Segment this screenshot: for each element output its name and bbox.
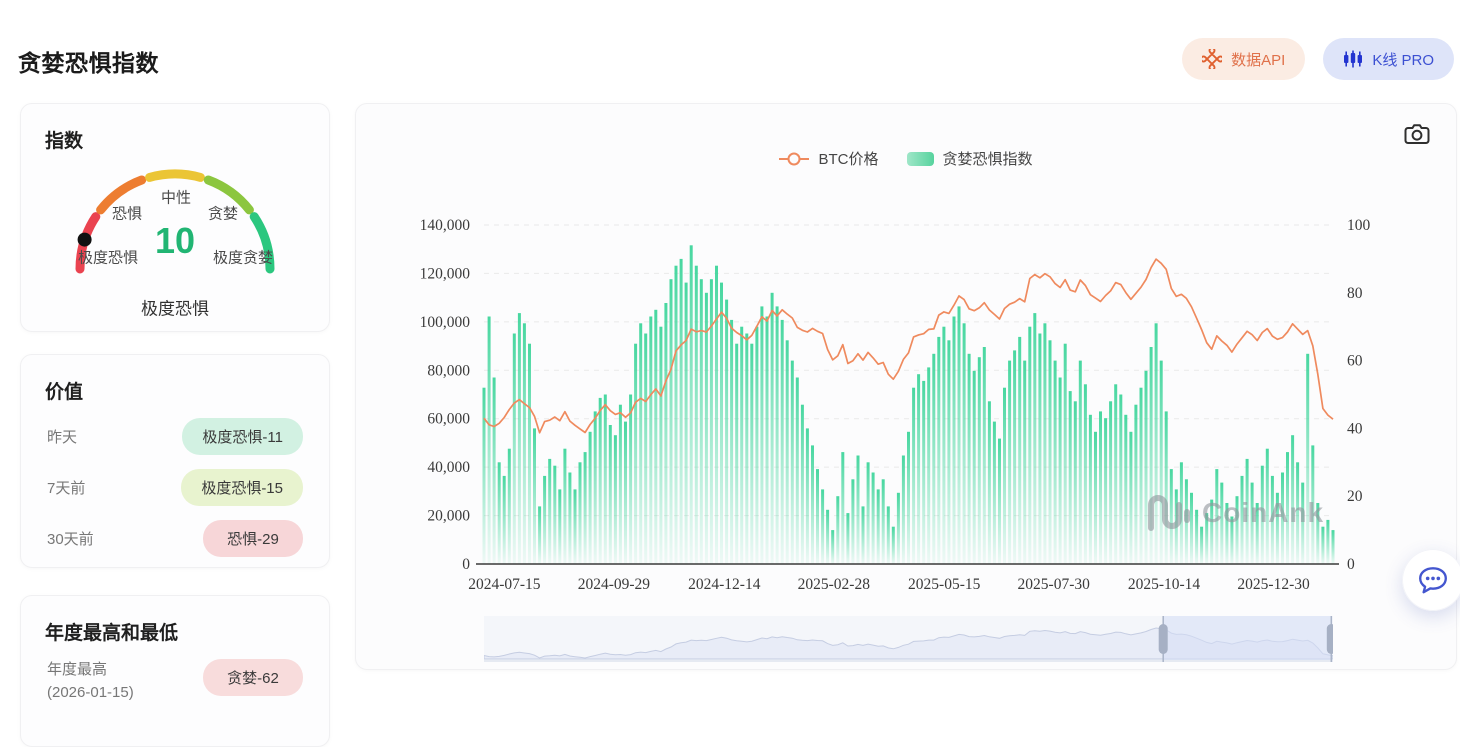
annual-row-high: 年度最高 (2026-01-15) 贪婪-62: [47, 659, 303, 704]
page-title: 贪婪恐惧指数: [18, 50, 159, 76]
datazoom-brush[interactable]: [484, 616, 1333, 662]
gauge-card-title: 指数: [45, 131, 84, 152]
status-badge-yesterday: 极度恐惧-11: [182, 418, 303, 455]
fear-greed-bars: [482, 245, 1335, 565]
svg-text:2024-07-15: 2024-07-15: [468, 576, 541, 593]
svg-text:2025-12-30: 2025-12-30: [1237, 576, 1310, 593]
gauge-pointer-dot: [77, 232, 92, 247]
svg-text:40,000: 40,000: [427, 459, 470, 476]
value-row-label: 30天前: [47, 531, 94, 548]
svg-text:60,000: 60,000: [427, 411, 470, 428]
value-row-7days: 7天前 极度恐惧-15: [47, 469, 303, 506]
annual-high-low-card: 年度最高和最低 年度最高 (2026-01-15) 贪婪-62: [20, 595, 330, 747]
svg-text:0: 0: [462, 556, 470, 573]
gauge-label-fear: 恐惧: [111, 205, 143, 223]
gauge-label-greed: 贪婪: [207, 205, 239, 223]
btc-price-line: [483, 258, 1334, 434]
brush-handle-left[interactable]: [1158, 624, 1168, 654]
svg-text:120,000: 120,000: [420, 265, 471, 282]
gauge-label-extreme-fear: 极度恐惧: [77, 249, 139, 267]
annual-high-label: 年度最高 (2026-01-15): [47, 659, 134, 704]
annual-card-title: 年度最高和最低: [45, 623, 179, 644]
header-actions: 数据API K线 PRO: [1182, 38, 1454, 80]
svg-text:80: 80: [1347, 285, 1363, 302]
brush-selected-window[interactable]: [1163, 616, 1332, 660]
annual-high-date: (2026-01-15): [47, 683, 134, 701]
gauge-status-label: 极度恐惧: [141, 299, 209, 319]
svg-text:80,000: 80,000: [427, 362, 470, 379]
gauge-segment-neutral: [145, 169, 205, 182]
gauge-label-neutral: 中性: [160, 189, 192, 207]
data-api-label: 数据API: [1231, 51, 1286, 69]
svg-text:2025-05-15: 2025-05-15: [908, 576, 981, 593]
api-knot-icon: [1202, 49, 1223, 69]
value-row-30days: 30天前 恐惧-29: [47, 520, 303, 557]
svg-text:40: 40: [1347, 420, 1363, 437]
status-badge-7days: 极度恐惧-15: [181, 469, 303, 506]
svg-text:2024-12-14: 2024-12-14: [688, 576, 761, 593]
svg-text:2025-02-28: 2025-02-28: [798, 576, 871, 593]
svg-text:0: 0: [1347, 556, 1355, 573]
svg-text:20: 20: [1347, 488, 1363, 505]
value-row-yesterday: 昨天 极度恐惧-11: [47, 418, 303, 455]
chat-bubble-icon: [1419, 567, 1447, 594]
svg-text:20,000: 20,000: [427, 508, 470, 525]
annual-high-title: 年度最高: [47, 661, 108, 678]
svg-text:100,000: 100,000: [420, 314, 471, 331]
value-card-title: 价值: [45, 382, 84, 403]
status-badge-annual-high: 贪婪-62: [203, 659, 303, 696]
status-badge-30days: 恐惧-29: [203, 520, 303, 557]
svg-text:2025-10-14: 2025-10-14: [1128, 576, 1201, 593]
svg-text:100: 100: [1347, 217, 1371, 234]
candlestick-icon: [1343, 49, 1363, 69]
value-row-label: 昨天: [47, 429, 78, 446]
data-api-button[interactable]: 数据API: [1182, 38, 1306, 80]
brush-handle-right[interactable]: [1326, 624, 1333, 654]
svg-text:140,000: 140,000: [420, 217, 471, 234]
chat-support-button[interactable]: [1402, 549, 1460, 611]
value-card: 价值 昨天 极度恐惧-11 7天前 极度恐惧-15 30天前 恐惧-29: [20, 354, 330, 568]
chart-card: BTC价格 贪婪恐惧指数 0 20,000 40,000 60,000 80,000 10…: [355, 103, 1457, 670]
svg-text:2024-09-29: 2024-09-29: [578, 576, 651, 593]
kline-pro-label: K线 PRO: [1372, 51, 1434, 69]
index-gauge-card: 指数 极度恐惧 恐惧 中性 贪婪 极度贪婪 10 极度恐惧: [20, 103, 330, 332]
main-chart[interactable]: 0 20,000 40,000 60,000 80,000 100,000 120,000 1…: [356, 104, 1456, 614]
svg-text:60: 60: [1347, 353, 1363, 370]
gauge-value: 10: [154, 220, 196, 261]
gauge-label-extreme-greed: 极度贪婪: [212, 249, 274, 267]
svg-text:2025-07-30: 2025-07-30: [1018, 576, 1091, 593]
kline-pro-button[interactable]: K线 PRO: [1323, 38, 1454, 80]
value-row-label: 7天前: [47, 480, 86, 497]
